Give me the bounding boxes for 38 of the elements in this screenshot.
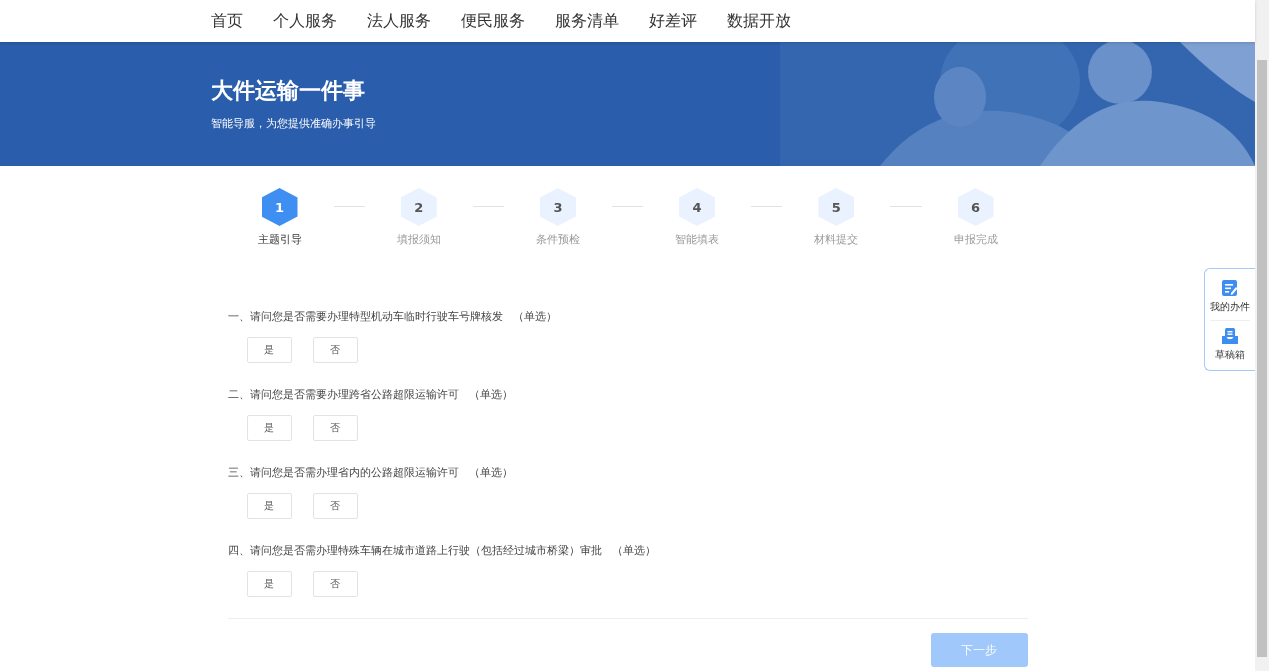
edit-document-icon[interactable] — [1221, 279, 1239, 297]
nav-link[interactable]: 法人服务 — [367, 10, 431, 32]
side-link[interactable]: 我的办件 — [1210, 300, 1250, 314]
question-text: 四、请问您是否需办理特殊车辆在城市道路上行驶（包括经过城市桥梁）审批 （单选） — [227, 543, 657, 559]
question-text: 一、请问您是否需要办理特型机动车临时行驶车号牌核发 （单选） — [227, 309, 558, 325]
question-text: 三、请问您是否需办理省内的公路超限运输许可 （单选） — [227, 465, 514, 481]
nav-link[interactable]: 个人服务 — [273, 10, 337, 32]
side-link[interactable]: 草稿箱 — [1215, 348, 1245, 362]
nav-link[interactable]: 便民服务 — [461, 10, 525, 32]
option-button[interactable]: 是 — [246, 571, 292, 597]
nav-link[interactable]: 数据开放 — [727, 10, 791, 32]
step-number: 1 — [261, 188, 298, 226]
step-label: 智能填表 — [675, 232, 720, 247]
step-number: 5 — [818, 188, 855, 226]
step-number: 2 — [400, 188, 437, 226]
step-number: 4 — [679, 188, 716, 226]
step-label: 申报完成 — [953, 232, 998, 247]
option-button[interactable]: 是 — [246, 493, 292, 519]
step-label: 条件预检 — [535, 232, 580, 247]
step-number: 3 — [539, 188, 576, 226]
nav-link[interactable]: 服务清单 — [555, 10, 619, 32]
page-title: 大件运输一件事 — [211, 77, 366, 105]
option-button[interactable]: 否 — [312, 493, 358, 519]
option-button[interactable]: 否 — [312, 571, 358, 597]
step-label: 主题引导 — [257, 232, 302, 247]
nav-link[interactable]: 好差评 — [649, 10, 697, 32]
option-button[interactable]: 是 — [246, 337, 292, 363]
page-subtitle: 智能导服，为您提供准确办事引导 — [211, 116, 377, 131]
option-button[interactable]: 否 — [312, 337, 358, 363]
step-number: 6 — [957, 188, 994, 226]
option-button[interactable]: 否 — [312, 415, 358, 441]
nav-link[interactable]: 首页 — [211, 10, 243, 32]
option-button[interactable]: 是 — [246, 415, 292, 441]
inbox-icon[interactable] — [1221, 327, 1239, 345]
step-label: 填报须知 — [396, 232, 441, 247]
step-label: 材料提交 — [814, 232, 859, 247]
question-text: 二、请问您是否需要办理跨省公路超限运输许可 （单选） — [227, 387, 514, 403]
scrollbar[interactable] — [1255, 0, 1269, 671]
